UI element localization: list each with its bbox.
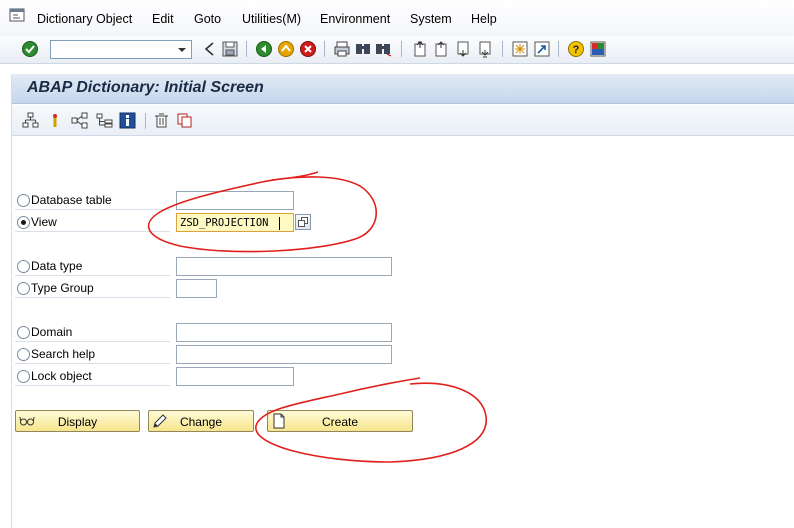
cancel-icon[interactable]	[299, 40, 317, 58]
type-group-field[interactable]	[176, 279, 217, 298]
value-help-icon-part	[298, 220, 305, 227]
help-icon[interactable]: ?	[567, 40, 585, 58]
search-help-input[interactable]	[177, 346, 391, 363]
main-content: ABAP Dictionary: Initial Screen Database…	[11, 74, 794, 528]
menu-utilities[interactable]: Utilities(M)	[242, 12, 301, 26]
toolbar-separator	[324, 41, 325, 57]
structure-icon[interactable]	[96, 112, 113, 129]
option-label: Domain	[31, 325, 73, 339]
green-back-icon[interactable]	[255, 40, 273, 58]
row-divider	[15, 297, 170, 298]
svg-text:?: ?	[573, 44, 580, 56]
toolbar-separator	[401, 41, 402, 57]
row-divider	[15, 231, 170, 232]
command-field[interactable]	[50, 40, 192, 59]
exit-icon[interactable]	[277, 40, 295, 58]
standard-toolbar: ?	[0, 36, 794, 64]
radio-search-help[interactable]	[17, 348, 30, 361]
data-type-field[interactable]	[176, 257, 392, 276]
layout-menu-icon[interactable]	[589, 40, 607, 58]
radio-selected-dot	[21, 220, 26, 225]
menu-help[interactable]: Help	[471, 12, 497, 26]
display-button[interactable]: Display	[15, 410, 140, 432]
value-help-button[interactable]	[295, 214, 311, 230]
database-table-input[interactable]	[177, 192, 293, 209]
screen-title-bar: ABAP Dictionary: Initial Screen	[12, 74, 794, 104]
toolbar-separator	[246, 41, 247, 57]
shortcut-icon[interactable]	[533, 40, 551, 58]
menu-goto[interactable]: Goto	[194, 12, 221, 26]
enter-icon[interactable]	[21, 40, 39, 58]
radio-view[interactable]	[17, 216, 30, 229]
row-divider	[15, 275, 170, 276]
menu-bar: Dictionary Object Edit Goto Utilities(M)…	[0, 0, 794, 36]
menu-system[interactable]: System	[410, 12, 452, 26]
save-icon[interactable]	[221, 40, 239, 58]
option-type-group: Type Group	[15, 279, 315, 299]
find-next-icon[interactable]	[374, 40, 392, 58]
menu-dictionary-object[interactable]: Dictionary Object	[37, 12, 132, 26]
radio-lock-object[interactable]	[17, 370, 30, 383]
create-button[interactable]: Create	[267, 410, 413, 432]
system-menu-icon[interactable]	[9, 8, 25, 22]
option-label: Lock object	[31, 369, 92, 383]
menu-environment[interactable]: Environment	[320, 12, 390, 26]
radio-database-table[interactable]	[17, 194, 30, 207]
view-name-input[interactable]	[177, 214, 293, 231]
option-label: Type Group	[31, 281, 94, 295]
search-help-field[interactable]	[176, 345, 392, 364]
print-icon[interactable]	[333, 40, 351, 58]
change-button[interactable]: Change	[148, 410, 254, 432]
menu-edit[interactable]: Edit	[152, 12, 174, 26]
radio-domain[interactable]	[17, 326, 30, 339]
data-type-input[interactable]	[177, 258, 391, 275]
text-cursor	[279, 217, 280, 230]
row-divider	[15, 385, 170, 386]
type-group-input[interactable]	[177, 280, 216, 297]
back-icon[interactable]	[201, 40, 219, 58]
lock-object-field[interactable]	[176, 367, 294, 386]
find-icon[interactable]	[354, 40, 372, 58]
option-label: Search help	[31, 347, 96, 361]
domain-input[interactable]	[177, 324, 391, 341]
hierarchy-icon[interactable]	[22, 112, 39, 129]
next-page-icon[interactable]	[454, 40, 472, 58]
row-divider	[15, 209, 170, 210]
page-title: ABAP Dictionary: Initial Screen	[27, 79, 264, 96]
last-page-icon[interactable]	[476, 40, 494, 58]
chevron-down-icon[interactable]	[173, 41, 191, 58]
domain-field[interactable]	[176, 323, 392, 342]
first-page-icon[interactable]	[411, 40, 429, 58]
option-label: View	[31, 215, 57, 229]
application-toolbar	[12, 105, 794, 136]
option-label: Database table	[31, 193, 112, 207]
toolbar-separator	[502, 41, 503, 57]
network-icon[interactable]	[71, 112, 88, 129]
database-table-field[interactable]	[176, 191, 294, 210]
lock-object-input[interactable]	[177, 368, 293, 385]
info-icon[interactable]	[119, 112, 136, 129]
row-divider	[15, 363, 170, 364]
row-divider	[15, 341, 170, 342]
delete-icon[interactable]	[153, 112, 170, 129]
previous-page-icon[interactable]	[432, 40, 450, 58]
view-name-field[interactable]	[176, 213, 294, 232]
create-button-label: Create	[321, 415, 359, 429]
radio-data-type[interactable]	[17, 260, 30, 273]
copy-icon[interactable]	[176, 112, 193, 129]
radio-type-group[interactable]	[17, 282, 30, 295]
option-label: Data type	[31, 259, 83, 273]
create-session-icon[interactable]	[511, 40, 529, 58]
command-input[interactable]	[51, 41, 171, 58]
toolbar-separator	[558, 41, 559, 57]
where-used-icon[interactable]	[47, 112, 64, 129]
change-button-label: Change	[179, 415, 223, 429]
display-button-label: Display	[57, 415, 98, 429]
toolbar-separator	[145, 113, 146, 129]
